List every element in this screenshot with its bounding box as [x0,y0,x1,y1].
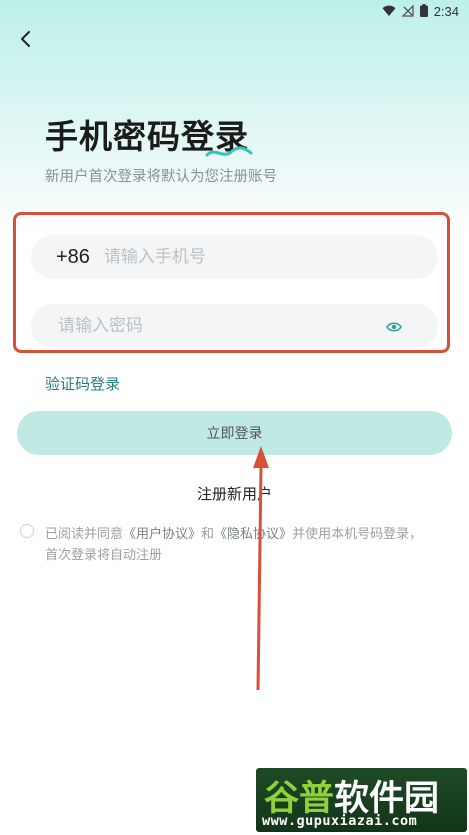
title-underline-decoration [205,144,253,163]
sms-login-link[interactable]: 验证码登录 [45,373,120,394]
status-bar: 2:34 [0,0,469,22]
agreement-text: 已阅读并同意《用户协议》和《隐私协议》并使用本机号码登录，首次登录将自动注册 [45,524,425,566]
agreement-radio[interactable] [20,524,34,538]
phone-field[interactable]: +86 [31,235,438,279]
agreement-and: 和 [201,527,215,542]
login-button[interactable]: 立即登录 [17,411,452,455]
watermark-url: www.gupuxiazai.com [262,813,418,829]
country-code[interactable]: +86 [56,246,90,269]
page-subtitle: 新用户首次登录将默认为您注册账号 [45,169,277,185]
user-agreement-link[interactable]: 《用户协议》 [123,527,201,542]
register-link[interactable]: 注册新用户 [0,483,469,504]
watermark-logo: 谷普软件园 www.gupuxiazai.com [256,768,467,832]
battery-icon [419,2,428,21]
wifi-icon [382,2,396,21]
status-time: 2:34 [433,4,459,19]
password-input[interactable] [56,315,360,337]
status-icons: 2:34 [382,2,459,21]
agreement-prefix: 已阅读并同意 [45,527,124,542]
eye-icon[interactable] [386,318,402,337]
chevron-left-icon [19,30,31,52]
back-button[interactable] [12,28,38,54]
phone-input[interactable] [101,246,356,268]
password-field[interactable] [31,304,438,348]
privacy-agreement-link[interactable]: 《隐私协议》 [214,527,292,542]
no-signal-icon [401,2,414,21]
